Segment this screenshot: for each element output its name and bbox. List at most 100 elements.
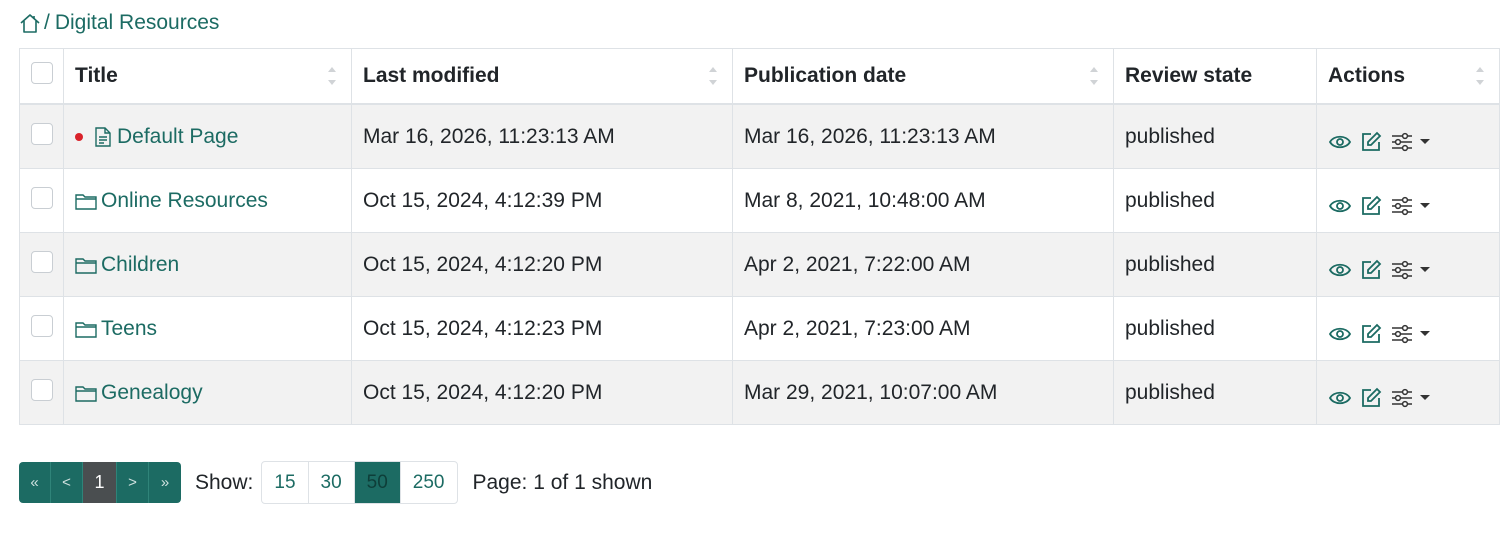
last-page-button[interactable]: » xyxy=(149,462,181,503)
edit-icon[interactable] xyxy=(1360,259,1382,281)
publication-date-cell: Mar 29, 2021, 10:07:00 AM xyxy=(732,360,1114,425)
table-row[interactable]: Default Page Mar 16, 2026, 11:23:13 AM M… xyxy=(19,103,1500,169)
select-all-checkbox[interactable] xyxy=(31,62,53,84)
eye-icon[interactable] xyxy=(1328,389,1352,407)
table-row[interactable]: Teens Oct 15, 2024, 4:12:23 PM Apr 2, 20… xyxy=(19,296,1500,361)
table-header-row: Title Last modified Publication date Rev… xyxy=(19,48,1500,105)
column-header-actions[interactable]: Actions xyxy=(1316,48,1500,105)
row-checkbox[interactable] xyxy=(31,186,53,209)
breadcrumb: / Digital Resources xyxy=(19,10,219,36)
chevron-down-icon[interactable] xyxy=(1420,331,1430,336)
folder-icon xyxy=(75,191,97,211)
review-state-cell: published xyxy=(1113,296,1317,361)
publication-date-cell: Mar 16, 2026, 11:23:13 AM xyxy=(732,103,1114,169)
sort-icon[interactable] xyxy=(1089,63,1099,89)
column-header-publication-date[interactable]: Publication date xyxy=(732,48,1114,105)
pagination: « < 1 > » xyxy=(19,462,181,503)
row-select-cell xyxy=(19,168,64,233)
review-state-cell: published xyxy=(1113,103,1317,169)
item-title-link[interactable]: Default Page xyxy=(117,125,238,149)
table-row[interactable]: Online Resources Oct 15, 2024, 4:12:39 P… xyxy=(19,168,1500,233)
chevron-down-icon[interactable] xyxy=(1420,267,1430,272)
sliders-icon[interactable] xyxy=(1390,131,1414,153)
folder-icon xyxy=(75,319,97,339)
eye-icon[interactable] xyxy=(1328,133,1352,151)
actions-cell xyxy=(1316,360,1500,425)
item-title-link[interactable]: Children xyxy=(101,253,179,277)
sliders-icon[interactable] xyxy=(1390,259,1414,281)
row-select-cell xyxy=(19,360,64,425)
title-cell: Children xyxy=(63,232,352,297)
publication-date-cell: Apr 2, 2021, 7:22:00 AM xyxy=(732,232,1114,297)
page-info: Page: 1 of 1 shown xyxy=(472,470,653,494)
publication-date-cell: Mar 8, 2021, 10:48:00 AM xyxy=(732,168,1114,233)
first-page-button[interactable]: « xyxy=(19,462,51,503)
folder-icon xyxy=(75,255,97,275)
last-modified-cell: Oct 15, 2024, 4:12:39 PM xyxy=(351,168,733,233)
page-size-50[interactable]: 50 xyxy=(354,462,401,503)
last-modified-cell: Mar 16, 2026, 11:23:13 AM xyxy=(351,103,733,169)
actions-cell xyxy=(1316,296,1500,361)
row-select-cell xyxy=(19,232,64,297)
row-checkbox[interactable] xyxy=(31,250,53,273)
actions-cell xyxy=(1316,168,1500,233)
row-select-cell xyxy=(19,296,64,361)
table-row[interactable]: Genealogy Oct 15, 2024, 4:12:20 PM Mar 2… xyxy=(19,360,1500,425)
eye-icon[interactable] xyxy=(1328,325,1352,343)
chevron-down-icon[interactable] xyxy=(1420,139,1430,144)
sliders-icon[interactable] xyxy=(1390,387,1414,409)
page-size-250[interactable]: 250 xyxy=(401,462,457,503)
page-size-15[interactable]: 15 xyxy=(262,462,309,503)
chevron-down-icon[interactable] xyxy=(1420,395,1430,400)
column-header-title[interactable]: Title xyxy=(63,48,352,105)
status-dot xyxy=(75,132,83,141)
item-title-link[interactable]: Genealogy xyxy=(101,381,203,405)
previous-page-button[interactable]: < xyxy=(51,462,83,503)
pager-bar: « < 1 > » Show: 15 30 50 250 Page: 1 of … xyxy=(19,461,653,504)
row-checkbox[interactable] xyxy=(31,314,53,337)
breadcrumb-separator: / xyxy=(44,11,50,34)
document-icon xyxy=(93,126,113,148)
sort-icon[interactable] xyxy=(1475,63,1485,89)
edit-icon[interactable] xyxy=(1360,323,1382,345)
item-title-link[interactable]: Teens xyxy=(101,317,157,341)
page-size-selector: 15 30 50 250 xyxy=(261,461,458,504)
next-page-button[interactable]: > xyxy=(117,462,149,503)
title-cell: Default Page xyxy=(63,103,352,169)
select-all-cell xyxy=(19,48,64,105)
contents-table: Title Last modified Publication date Rev… xyxy=(19,48,1500,425)
eye-icon[interactable] xyxy=(1328,261,1352,279)
sort-icon[interactable] xyxy=(708,63,718,89)
review-state-cell: published xyxy=(1113,168,1317,233)
publication-date-cell: Apr 2, 2021, 7:23:00 AM xyxy=(732,296,1114,361)
table-row[interactable]: Children Oct 15, 2024, 4:12:20 PM Apr 2,… xyxy=(19,232,1500,297)
title-cell: Teens xyxy=(63,296,352,361)
review-state-cell: published xyxy=(1113,360,1317,425)
edit-icon[interactable] xyxy=(1360,195,1382,217)
title-cell: Genealogy xyxy=(63,360,352,425)
eye-icon[interactable] xyxy=(1328,197,1352,215)
last-modified-cell: Oct 15, 2024, 4:12:20 PM xyxy=(351,360,733,425)
row-select-cell xyxy=(19,103,64,169)
item-title-link[interactable]: Online Resources xyxy=(101,189,268,213)
title-cell: Online Resources xyxy=(63,168,352,233)
row-checkbox[interactable] xyxy=(31,378,53,401)
review-state-cell: published xyxy=(1113,232,1317,297)
show-label: Show: xyxy=(195,470,254,494)
current-page-button[interactable]: 1 xyxy=(83,462,117,503)
sliders-icon[interactable] xyxy=(1390,195,1414,217)
sliders-icon[interactable] xyxy=(1390,323,1414,345)
edit-icon[interactable] xyxy=(1360,387,1382,409)
last-modified-cell: Oct 15, 2024, 4:12:20 PM xyxy=(351,232,733,297)
edit-icon[interactable] xyxy=(1360,131,1382,153)
row-checkbox[interactable] xyxy=(31,122,53,145)
sort-icon[interactable] xyxy=(327,63,337,89)
column-header-review-state: Review state xyxy=(1113,48,1317,105)
page-size-30[interactable]: 30 xyxy=(309,462,355,503)
last-modified-cell: Oct 15, 2024, 4:12:23 PM xyxy=(351,296,733,361)
chevron-down-icon[interactable] xyxy=(1420,203,1430,208)
home-icon[interactable] xyxy=(19,12,41,34)
folder-icon xyxy=(75,383,97,403)
column-header-last-modified[interactable]: Last modified xyxy=(351,48,733,105)
breadcrumb-current[interactable]: Digital Resources xyxy=(55,11,220,35)
